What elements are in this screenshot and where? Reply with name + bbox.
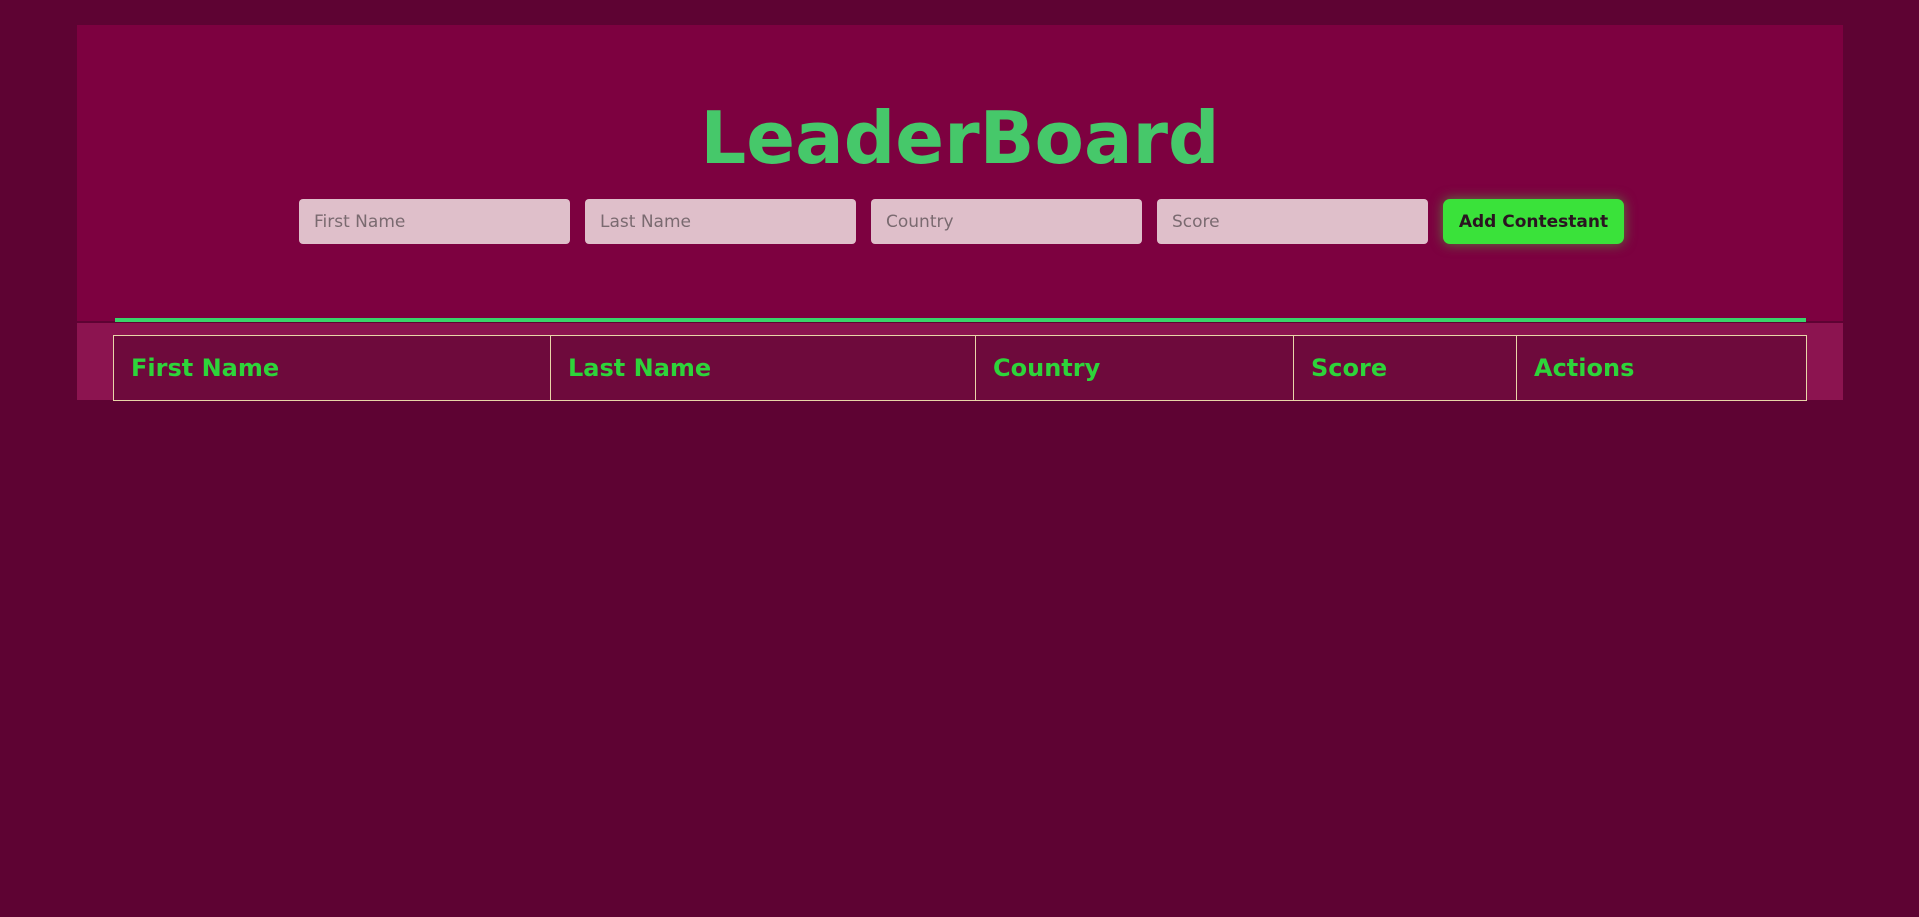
- leaderboard-table-container: First Name Last Name Country Score Actio…: [77, 323, 1843, 401]
- column-header-first-name: First Name: [113, 335, 551, 401]
- score-input[interactable]: [1157, 199, 1428, 244]
- page-title: LeaderBoard: [700, 96, 1220, 180]
- column-header-country: Country: [975, 335, 1294, 401]
- add-contestant-button[interactable]: Add Contestant: [1443, 199, 1624, 244]
- last-name-input[interactable]: [585, 199, 856, 244]
- add-contestant-form: Add Contestant: [299, 199, 1624, 244]
- header-divider: [115, 318, 1806, 322]
- leaderboard-app: LeaderBoard Add Contestant First Name La…: [77, 25, 1843, 401]
- column-header-actions: Actions: [1516, 335, 1807, 401]
- column-header-last-name: Last Name: [550, 335, 976, 401]
- table-header-row: First Name Last Name Country Score Actio…: [113, 335, 1807, 401]
- first-name-input[interactable]: [299, 199, 570, 244]
- country-input[interactable]: [871, 199, 1142, 244]
- table-header: First Name Last Name Country Score Actio…: [113, 335, 1807, 401]
- header-panel: LeaderBoard Add Contestant: [77, 25, 1843, 321]
- leaderboard-table: First Name Last Name Country Score Actio…: [113, 335, 1807, 401]
- column-header-score: Score: [1293, 335, 1517, 401]
